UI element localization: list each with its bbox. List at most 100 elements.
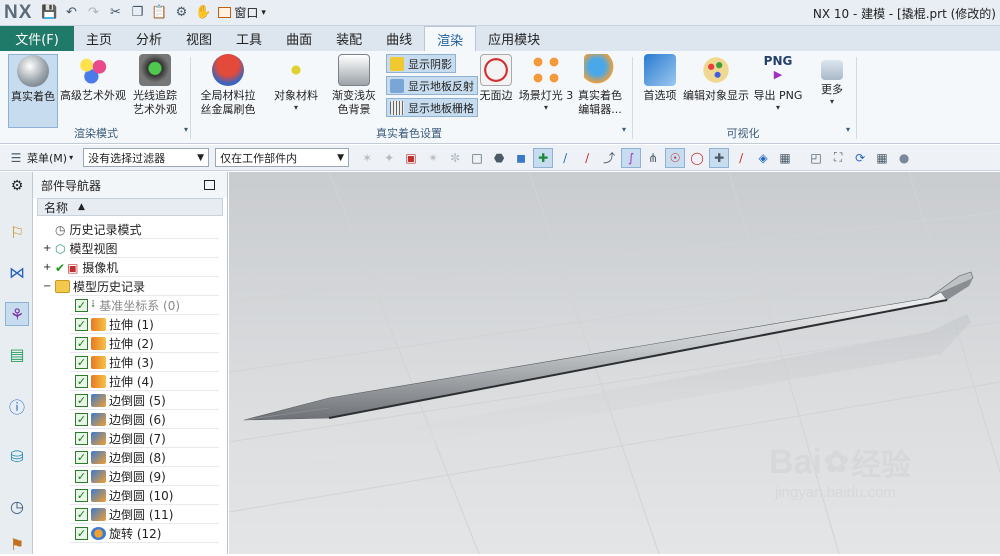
general-selection-icon[interactable]: ▣ [401,148,421,168]
reuse-library-icon[interactable]: ▤ [5,342,29,366]
existing-point-icon[interactable]: ✚ [709,147,730,168]
redo-icon[interactable]: ↷ [83,3,103,23]
shading-editor-button[interactable]: 真实着色 编辑器... [576,54,624,128]
collapse-icon[interactable]: − [43,281,55,292]
visibility-checkbox[interactable]: ✓ [75,470,88,483]
save-icon[interactable]: 💾 [39,3,59,23]
gear-icon[interactable]: ⚙ [5,174,29,198]
selection-filter-dropdown[interactable]: 没有选择过滤器 ▼ [83,148,210,167]
tab-curve[interactable]: 曲线 [374,26,424,51]
web-browser-icon[interactable]: ⓘ [5,394,29,418]
control-point-icon[interactable]: ⤴ [599,148,619,168]
visibility-checkbox[interactable]: ✓ [75,451,88,464]
visibility-checkbox[interactable]: ✓ [75,394,88,407]
rectangle-selection-icon[interactable]: □ [467,148,487,168]
intersection-point-icon[interactable]: ∫ [621,147,642,168]
select-all-icon[interactable]: ✶ [357,148,377,168]
export-png-button[interactable]: PNG ▶ 导出 PNG ▾ [752,54,804,128]
window-menu[interactable]: 窗口 ▾ [218,4,266,21]
show-floor-reflection-toggle[interactable]: 显示地板反射 [386,76,478,95]
show-shadow-toggle[interactable]: 显示阴影 [386,54,456,73]
tab-render[interactable]: 渲染 [424,26,477,51]
assembly-navigator-icon[interactable]: ⚐ [5,220,29,244]
tree-item-edge-blend-5[interactable]: ✓ 边倒圆 (5) [75,391,166,410]
tree-item-revolve-12[interactable]: ✓ 旋转 (12) [75,524,161,543]
rotate-icon[interactable]: ⟳ [850,148,870,168]
tree-item-model-views[interactable]: + ⬡ 模型视图 [43,239,118,258]
tree-item-extrude-2[interactable]: ✓ 拉伸 (2) [75,334,154,353]
fit-view-icon[interactable]: ◰ [806,148,826,168]
paste-icon[interactable]: 📋 [149,3,169,23]
tree-item-history-mode[interactable]: ◷ 历史记录模式 [55,220,142,239]
clock-icon[interactable]: ◷ [5,494,29,518]
tree-item-edge-blend-11[interactable]: ✓ 边倒圆 (11) [75,505,173,524]
column-header-name[interactable]: 名称 ▲ [37,198,223,216]
constraint-navigator-icon[interactable]: ⋈ [5,260,29,284]
maximize-icon[interactable] [204,180,215,190]
visibility-checkbox[interactable]: ✓ [75,527,88,540]
part-navigator-icon[interactable]: ⚘ [5,302,29,326]
show-floor-grid-toggle[interactable]: 显示地板栅格 [386,98,478,117]
visibility-checkbox[interactable]: ✓ [75,432,88,445]
tab-assembly[interactable]: 装配 [324,26,374,51]
raytrace-studio-button[interactable]: 光线追踪 艺术外观 [128,54,182,128]
tree-item-edge-blend-8[interactable]: ✓ 边倒圆 (8) [75,448,166,467]
tree-item-extrude-3[interactable]: ✓ 拉伸 (3) [75,353,154,372]
zoom-icon[interactable]: ⛶ [828,148,848,168]
scene-lights-button[interactable]: 场景灯光 3 ▾ [518,54,574,128]
menu-button[interactable]: 菜单(M) [27,150,67,166]
visibility-checkbox[interactable]: ✓ [75,318,88,331]
visibility-checkbox[interactable]: ✓ [75,413,88,426]
tree-item-model-history[interactable]: − 模型历史记录 [43,277,145,296]
expand-icon[interactable]: + [43,262,55,273]
body-selection-icon[interactable]: ✼ [445,148,465,168]
expand-icon[interactable]: + [43,243,55,254]
gradient-background-button[interactable]: 渐变浅灰 色背景 [326,54,382,128]
cube-icon[interactable]: ◼ [511,148,531,168]
deselect-icon[interactable]: ✦ [379,148,399,168]
point-on-face-icon[interactable]: ◈ [753,148,773,168]
edit-object-display-button[interactable]: 编辑对象显示 [682,54,750,128]
visibility-checkbox[interactable]: ✓ [75,337,88,350]
tree-item-datum-csys[interactable]: ✓ ⭭ 基准坐标系 (0) [75,296,180,315]
quadrant-point-icon[interactable]: ◯ [687,148,707,168]
copy-icon[interactable]: ❐ [127,3,147,23]
global-material-button[interactable]: 全局材料拉 丝金属刷色 [196,54,260,128]
tab-tools[interactable]: 工具 [224,26,274,51]
tree-item-edge-blend-7[interactable]: ✓ 边倒圆 (7) [75,429,166,448]
tangent-point-icon[interactable]: ⋔ [643,148,663,168]
orient-view-icon[interactable]: ● [894,148,914,168]
graphics-window[interactable]: Bai ✿ 经验 jingyan.baidu.com [229,172,1000,554]
history-palette-icon[interactable]: ⛁ [5,444,29,468]
visibility-checkbox[interactable]: ✓ [75,299,88,312]
visibility-checkbox[interactable]: ✓ [75,375,88,388]
selection-scope-dropdown[interactable]: 仅在工作部件内 ▼ [215,148,350,167]
tab-surface[interactable]: 曲面 [274,26,324,51]
tab-home[interactable]: 主页 [74,26,124,51]
tab-analysis[interactable]: 分析 [124,26,174,51]
point-on-curve-icon[interactable]: ∕ [731,148,751,168]
roles-icon[interactable]: ⚑ [5,532,29,556]
arc-center-icon[interactable]: ☉ [665,147,686,168]
true-shading-button[interactable]: 真实着色 [8,54,58,128]
repeat-command-icon[interactable]: ⚙ [171,3,191,23]
no-edges-button[interactable]: 无面边 [476,54,516,128]
line-endpoint-icon[interactable]: ∕ [555,148,575,168]
tab-applications[interactable]: 应用模块 [476,26,552,51]
touch-mode-icon[interactable]: ✋ [193,3,213,23]
snap-points-icon[interactable]: ✚ [533,147,554,168]
visibility-checkbox[interactable]: ✓ [75,508,88,521]
tree-item-cameras[interactable]: + ✔ ▣ 摄像机 [43,258,118,277]
tab-view[interactable]: 视图 [174,26,224,51]
more-button[interactable]: 更多 ▾ [812,54,852,128]
tree-item-edge-blend-10[interactable]: ✓ 边倒圆 (10) [75,486,173,505]
tree-item-extrude-4[interactable]: ✓ 拉伸 (4) [75,372,154,391]
render-style-icon[interactable]: ▦ [872,148,892,168]
preferences-button[interactable]: 首选项 [640,54,680,128]
solid-body-icon[interactable]: ⬣ [489,148,509,168]
cut-icon[interactable]: ✂ [105,3,125,23]
object-material-button[interactable]: 对象材料 ▾ [270,54,322,128]
tree-item-extrude-1[interactable]: ✓ 拉伸 (1) [75,315,154,334]
bounded-grid-icon[interactable]: ▦ [775,148,795,168]
advanced-studio-button[interactable]: 高级艺术外观 [60,54,126,128]
